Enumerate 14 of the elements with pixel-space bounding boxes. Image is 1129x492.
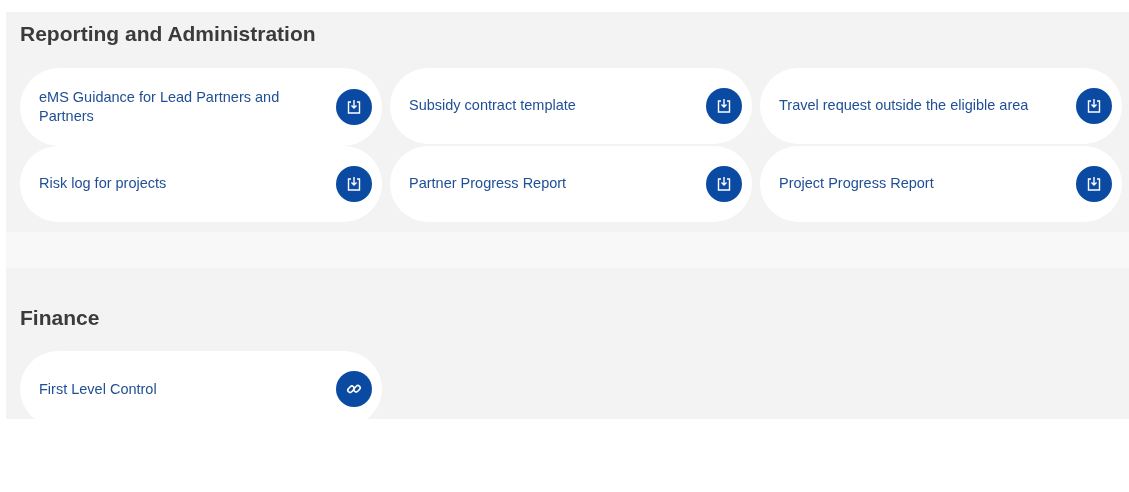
download-card[interactable]: eMS Guidance for Lead Partners and Partners — [20, 67, 382, 146]
download-card[interactable]: Risk log for projects — [20, 145, 382, 222]
download-icon — [1086, 175, 1102, 192]
download-icon — [716, 175, 732, 192]
download-card[interactable]: Partner Progress Report — [390, 145, 752, 222]
download-card[interactable]: Project Progress Report — [760, 145, 1122, 222]
section-title: Finance — [20, 304, 101, 331]
download-icon — [716, 97, 732, 114]
download-icon — [346, 175, 362, 192]
section-title: Reporting and Administration — [20, 21, 317, 47]
download-card[interactable]: Subsidy contract template — [390, 67, 752, 144]
download-icon — [346, 98, 362, 115]
download-icon — [1086, 97, 1102, 114]
download-card[interactable]: Travel request outside the eligible area — [760, 67, 1122, 144]
